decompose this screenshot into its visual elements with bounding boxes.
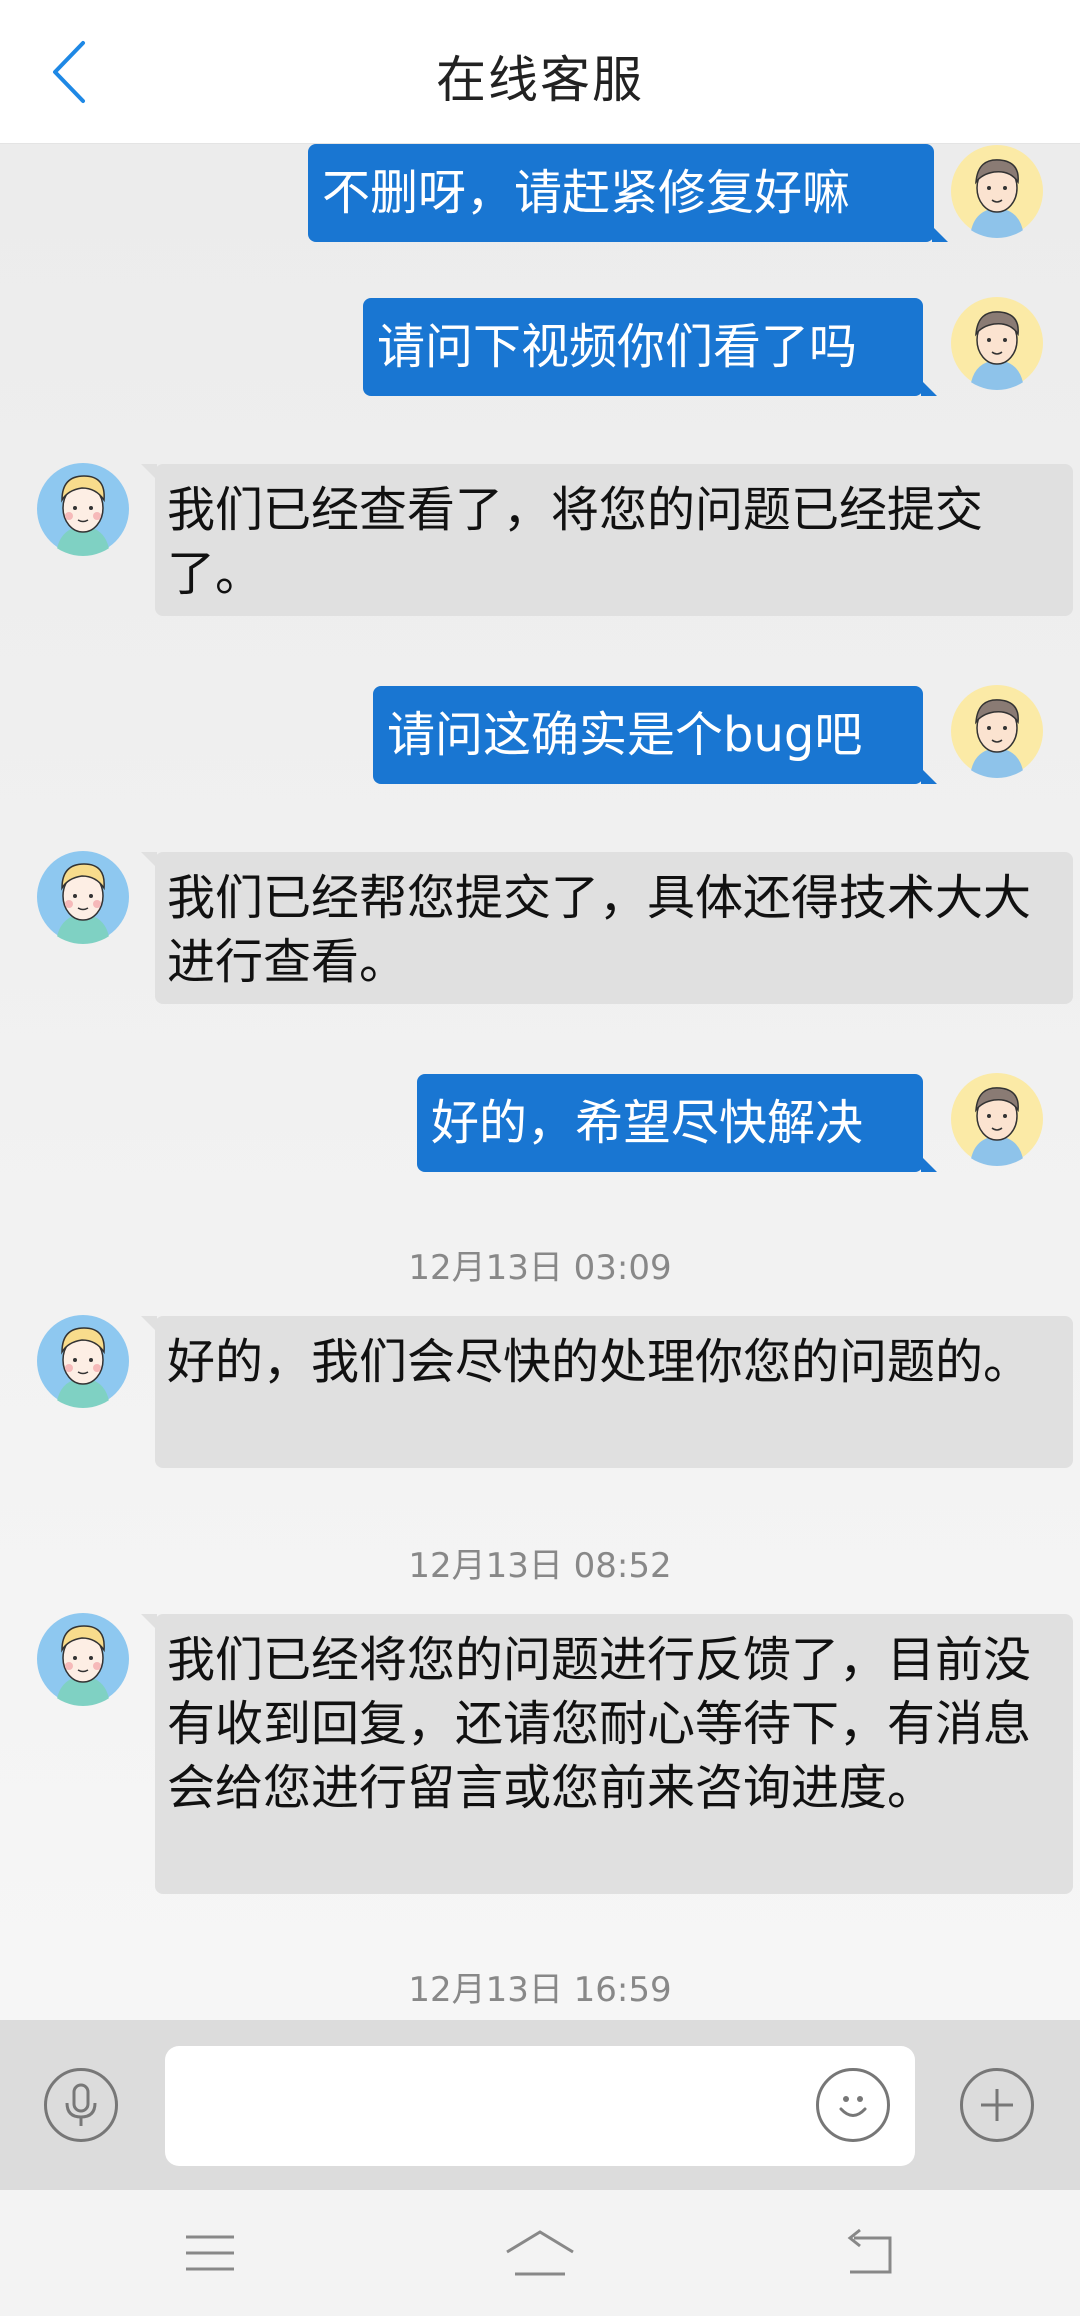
message-text: 请问下视频你们看了吗 [377,319,858,375]
message-text: 不删呀，请赶紧修复好嘛 [322,165,851,221]
outgoing-message-bubble[interactable]: 不删呀，请赶紧修复好嘛 [308,144,948,242]
incoming-message-bubble[interactable]: 我们已经将您的问题进行反馈了，目前没有收到回复，还请您耐心等待下，有消息会给您进… [141,1614,1073,1894]
plus-icon [981,2089,1013,2121]
home-icon [506,2230,574,2276]
message-text: 我们已经帮您提交了，具体还得技术大大进行查看。 [167,870,1032,990]
agent-avatar[interactable] [36,1612,130,1706]
user-avatar[interactable] [950,296,1044,390]
system-nav-bar [0,2190,1080,2316]
timestamp: 12月13日 16:59 [408,1970,672,2010]
return-button[interactable] [830,2218,910,2288]
menu-icon [186,2235,234,2271]
message-text: 请问这确实是个bug吧 [387,707,863,763]
agent-avatar[interactable] [36,462,130,556]
microphone-icon [65,2083,97,2126]
return-icon [847,2228,892,2274]
home-button[interactable] [500,2218,580,2288]
incoming-message-bubble[interactable]: 我们已经帮您提交了，具体还得技术大大进行查看。 [141,852,1073,1004]
user-avatar[interactable] [950,1072,1044,1166]
smiley-icon [839,2096,867,2117]
input-bar [0,2020,1080,2190]
voice-button[interactable] [44,2068,118,2142]
user-avatar[interactable] [950,144,1044,238]
message-text: 好的，希望尽快解决 [431,1095,864,1151]
outgoing-message-bubble[interactable]: 请问下视频你们看了吗 [363,298,937,396]
page-title: 在线客服 [436,51,644,109]
message-text: 我们已经查看了，将您的问题已经提交了。 [167,482,984,602]
timestamp: 12月13日 08:52 [408,1546,672,1586]
incoming-message-bubble[interactable]: 我们已经查看了，将您的问题已经提交了。 [141,464,1073,616]
timestamp: 12月13日 03:09 [408,1248,672,1288]
outgoing-message-bubble[interactable]: 请问这确实是个bug吧 [373,686,937,784]
outgoing-message-bubble[interactable]: 好的，希望尽快解决 [417,1074,937,1172]
menu-button[interactable] [170,2218,250,2288]
message-text: 好的，我们会尽快的处理你您的问题的。 [167,1334,1032,1390]
user-avatar[interactable] [950,684,1044,778]
header-bar: 在线客服 [0,0,1080,144]
more-button[interactable] [960,2068,1034,2142]
message-input[interactable] [165,2046,915,2166]
message-text: 我们已经将您的问题进行反馈了，目前没有收到回复，还请您耐心等待下，有消息会给您进… [167,1632,1032,1816]
agent-avatar[interactable] [36,1314,130,1408]
chat-area[interactable]: 不删呀，请赶紧修复好嘛 请问下视频你们看了吗 我们已经查看了，将您的问题已经提交… [0,144,1080,2020]
emoji-button[interactable] [816,2068,890,2142]
incoming-message-bubble[interactable]: 好的，我们会尽快的处理你您的问题的。 [141,1316,1073,1468]
agent-avatar[interactable] [36,850,130,944]
